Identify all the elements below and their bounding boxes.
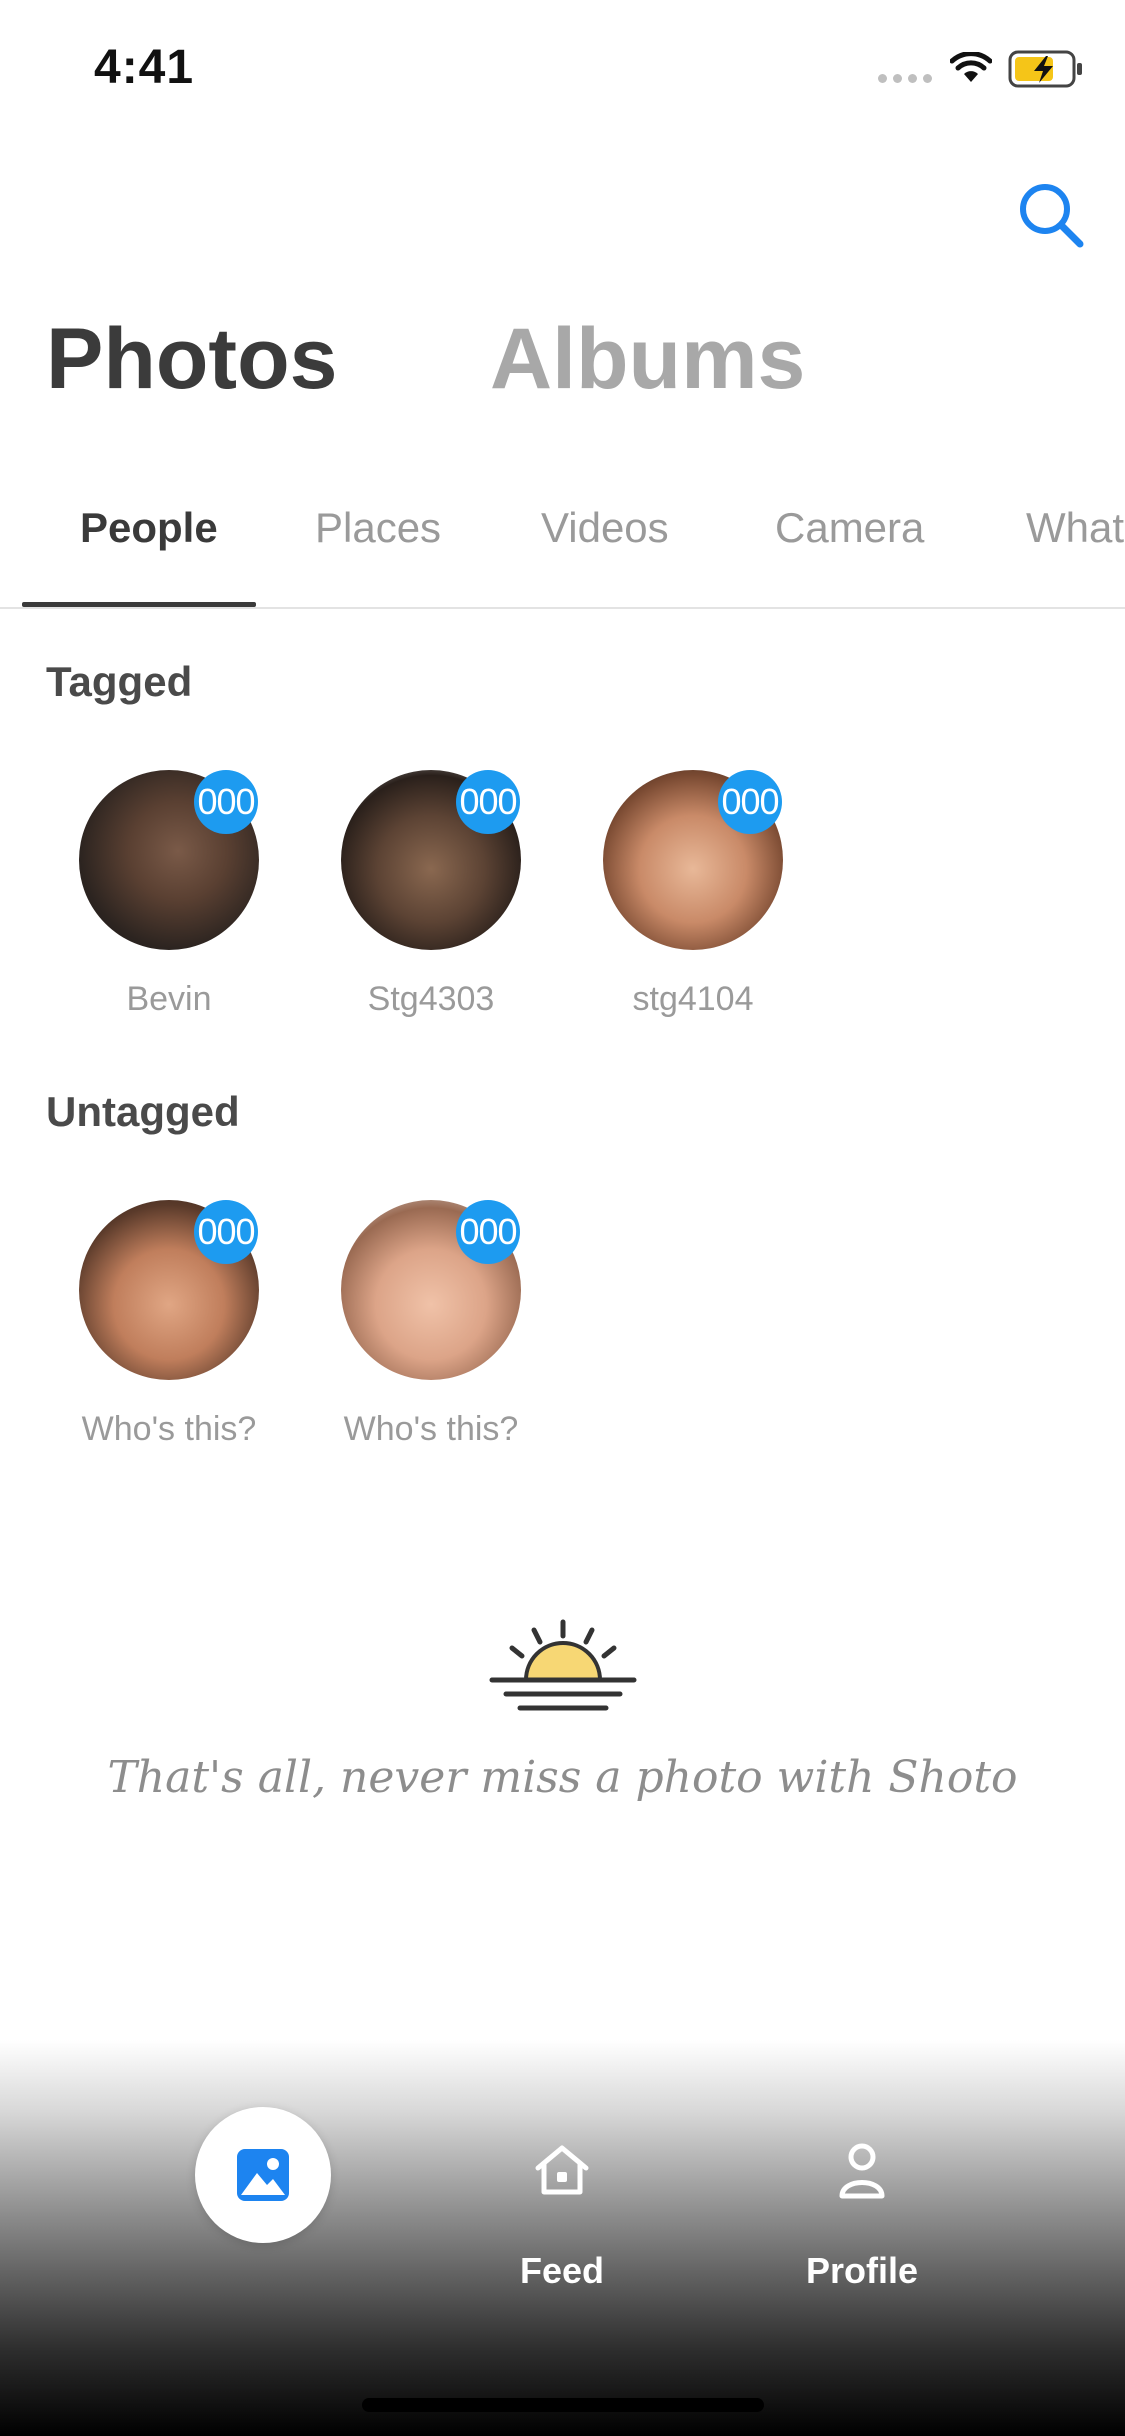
battery-charging-icon [1008, 50, 1082, 88]
nav-feed-button[interactable]: Feed [462, 2140, 662, 2300]
tab-photos[interactable]: Photos [46, 310, 337, 409]
tab-camera[interactable]: Camera [775, 504, 924, 552]
nav-photos-button[interactable] [195, 2107, 331, 2243]
tabs-divider [0, 607, 1125, 609]
tab-videos[interactable]: Videos [541, 504, 669, 552]
person-card[interactable]: 000 Who's this? [306, 1200, 536, 1470]
section-title-untagged: Untagged [46, 1088, 240, 1135]
person-card[interactable]: 000 stg4104 [568, 770, 798, 1040]
tab-what[interactable]: What [1026, 504, 1124, 552]
status-time: 4:41 [94, 41, 195, 94]
nav-profile-button[interactable]: Profile [762, 2140, 962, 2300]
photo-count-badge: 000 [194, 1200, 258, 1264]
nav-feed-label: Feed [519, 2250, 605, 2291]
cellular-signal-icon [878, 74, 932, 83]
photo-count-badge: 000 [456, 770, 520, 834]
photo-count-badge: 000 [456, 1200, 520, 1264]
photo-icon [237, 2149, 289, 2201]
search-icon [1020, 184, 1084, 248]
category-tabs: People Places Videos Camera What [0, 490, 1125, 610]
person-card[interactable]: 000 Stg4303 [306, 770, 536, 1040]
person-name: stg4104 [632, 980, 754, 1018]
sunset-icon [489, 1619, 637, 1711]
photo-count-badge: 000 [194, 770, 258, 834]
person-name: Who's this? [343, 1410, 519, 1448]
end-of-list-message: That's all, never miss a photo with Shot… [107, 1752, 1018, 1803]
wifi-icon [950, 52, 992, 82]
search-button[interactable] [1016, 180, 1086, 250]
person-name: Stg4303 [367, 980, 495, 1018]
person-name: Who's this? [81, 1410, 257, 1448]
person-icon [839, 2143, 885, 2199]
tab-people[interactable]: People [80, 504, 218, 552]
tab-places[interactable]: Places [315, 504, 441, 552]
section-title-tagged: Tagged [46, 658, 193, 705]
nav-profile-label: Profile [805, 2250, 919, 2291]
person-card[interactable]: 000 Bevin [44, 770, 274, 1040]
photo-count-badge: 000 [718, 770, 782, 834]
person-card[interactable]: 000 Who's this? [44, 1200, 274, 1470]
status-bar: 4:41 [0, 0, 1125, 140]
tab-albums[interactable]: Albums [490, 310, 805, 409]
person-name: Bevin [126, 980, 212, 1018]
home-indicator[interactable] [362, 2398, 764, 2412]
home-icon [535, 2145, 589, 2195]
